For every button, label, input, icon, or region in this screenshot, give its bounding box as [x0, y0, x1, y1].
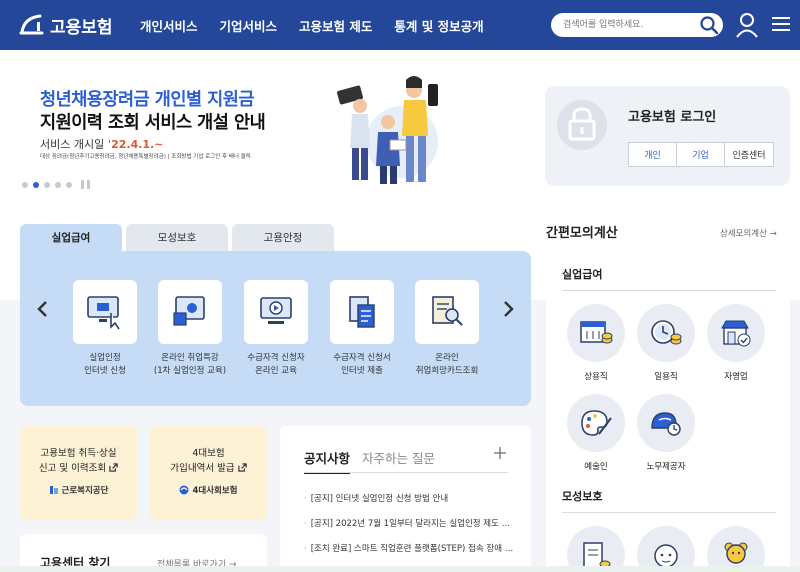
service-item-application-submit[interactable]: 수급자격 신청서 인터넷 제출 — [320, 280, 404, 378]
slide-dot[interactable] — [44, 181, 50, 188]
service-tabs: 실업급여 모성보호 고용안정 — [20, 224, 338, 251]
hero-note: 대상 장려금(청년추가고용장려금, 청년채용특별장려금) | 조회방법 기업 로… — [40, 154, 251, 160]
calc-divider — [562, 512, 776, 513]
service-panel: 실업인정 인터넷 신청 온라인 취업특강 (1차 실업인정 교육) 수급자격 신청자… — [20, 251, 531, 406]
site-logo[interactable]: 고용보험 — [18, 10, 113, 40]
calc-card: 실업급여 상용직 일용직 자영업 예술인 노무제공자 모성보호 — [546, 250, 790, 572]
pause-icon[interactable] — [81, 180, 90, 189]
nav-insurance-system[interactable]: 고용보험 제도 — [299, 16, 372, 35]
social-insurance-logo-icon — [179, 485, 189, 495]
card-search-icon — [415, 280, 479, 344]
search-input[interactable] — [563, 16, 693, 34]
slide-dot[interactable] — [22, 181, 28, 188]
hamburger-menu-icon[interactable] — [772, 16, 790, 32]
store-icon — [707, 304, 765, 362]
nav-corporate-service[interactable]: 기업서비스 — [220, 16, 278, 35]
external-link-icon — [237, 463, 247, 472]
login-card: 고용보험 로그인 개인 기업 인증센터 — [545, 86, 790, 186]
document-form-icon — [330, 280, 394, 344]
search-box — [551, 13, 723, 37]
notice-board: 공지사항 자주하는 질문 [공지] 인터넷 실업인정 신청 방법 안내 [공지]… — [280, 426, 531, 572]
service-item-online-lecture[interactable]: 온라인 취업특강 (1차 실업인정 교육) — [148, 280, 232, 378]
slide-indicator — [22, 180, 90, 189]
service-item-online-education[interactable]: 수급자격 신청자 온라인 교육 — [234, 280, 318, 378]
monitor-play-icon — [244, 280, 308, 344]
service-item-unemployment-recognition[interactable]: 실업인정 인터넷 신청 — [63, 280, 147, 378]
calc-item-regular[interactable]: 상용직 — [566, 304, 626, 382]
notice-divider — [304, 472, 508, 473]
slide-dot-active[interactable] — [33, 181, 39, 188]
plus-icon[interactable] — [493, 446, 507, 460]
logo-text: 고용보험 — [50, 17, 113, 38]
chevron-left-icon[interactable] — [36, 299, 50, 319]
calc-item-artist[interactable]: 예술인 — [566, 394, 626, 472]
calc-divider — [562, 290, 776, 291]
main-nav: 개인서비스 기업서비스 고용보험 제도 통계 및 정보공개 — [140, 0, 506, 50]
certificate-center-button[interactable]: 인증센터 — [724, 142, 774, 167]
helmet-clock-icon — [637, 394, 695, 452]
notice-item[interactable]: [공지] 2022년 7월 1일부터 달라지는 실업인정 제도 안내 — [304, 517, 514, 529]
hero-title-line2[interactable]: 지원이력 조회 서비스 개설 안내 — [40, 109, 266, 134]
search-icon[interactable] — [699, 15, 719, 35]
tab-maternity-protection[interactable]: 모성보호 — [126, 224, 228, 251]
tab-unemployment-benefit[interactable]: 실업급여 — [20, 224, 122, 251]
hero-title-line1[interactable]: 청년채용장려금 개인별 지원금 — [40, 86, 254, 111]
slide-dot[interactable] — [66, 181, 72, 188]
calc-item-labor-provider[interactable]: 노무제공자 — [636, 394, 696, 472]
slide-dot[interactable] — [55, 181, 61, 188]
calc-detail-link[interactable]: 상세모의계산 → — [720, 227, 777, 239]
login-personal-button[interactable]: 개인 — [628, 142, 677, 167]
palette-icon — [567, 394, 625, 452]
calc-item-self-employed[interactable]: 자영업 — [706, 304, 766, 382]
shortcut-insurance-report[interactable]: 고용보험 취득·상실 신고 및 이력조회 근로복지공단 — [20, 426, 137, 520]
video-lecture-icon — [158, 280, 222, 344]
top-header: 고용보험 개인서비스 기업서비스 고용보험 제도 통계 및 정보공개 — [0, 0, 800, 50]
calc-item-daily[interactable]: 일용직 — [636, 304, 696, 382]
nav-personal-service[interactable]: 개인서비스 — [140, 16, 198, 35]
notice-item[interactable]: [공지] 인터넷 실업인정 신청 방법 안내 — [304, 492, 514, 504]
hero-date: 서비스 개시일 '22.4.1.~ — [40, 138, 164, 151]
nav-statistics[interactable]: 통계 및 정보공개 — [394, 16, 483, 35]
calc-section-maternity: 모성보호 — [562, 490, 603, 503]
calendar-icon — [567, 304, 625, 362]
bottom-strip — [0, 566, 800, 572]
tab-faq[interactable]: 자주하는 질문 — [362, 448, 435, 467]
user-icon[interactable] — [735, 12, 759, 38]
notice-item[interactable]: [조치 완료] 스마트 직업훈련 플랫폼(STEP) 접속 장애 안내 — [304, 542, 514, 554]
external-link-icon — [109, 463, 118, 472]
chevron-right-icon[interactable] — [501, 299, 515, 319]
calc-section-unemployment: 실업급여 — [562, 268, 603, 281]
clock-coins-icon — [637, 304, 695, 362]
tab-employment-stability[interactable]: 고용안정 — [232, 224, 334, 251]
login-buttons: 개인 기업 인증센터 — [628, 142, 774, 167]
login-title: 고용보험 로그인 — [628, 110, 717, 125]
logo-mark-icon — [19, 14, 44, 35]
computer-click-icon — [73, 280, 137, 344]
hero-people-illustration — [337, 76, 438, 184]
login-corporate-button[interactable]: 기업 — [676, 142, 725, 167]
kcomwel-logo-icon — [49, 486, 58, 494]
calc-title: 간편모의계산 — [546, 226, 618, 241]
lock-icon — [557, 100, 607, 150]
service-item-job-card-lookup[interactable]: 온라인 취업희망카드조회 — [405, 280, 489, 378]
shortcut-four-insurances[interactable]: 4대보험 가입내역서 발급 4대사회보험 — [150, 426, 267, 520]
tab-notice[interactable]: 공지사항 — [304, 448, 351, 474]
